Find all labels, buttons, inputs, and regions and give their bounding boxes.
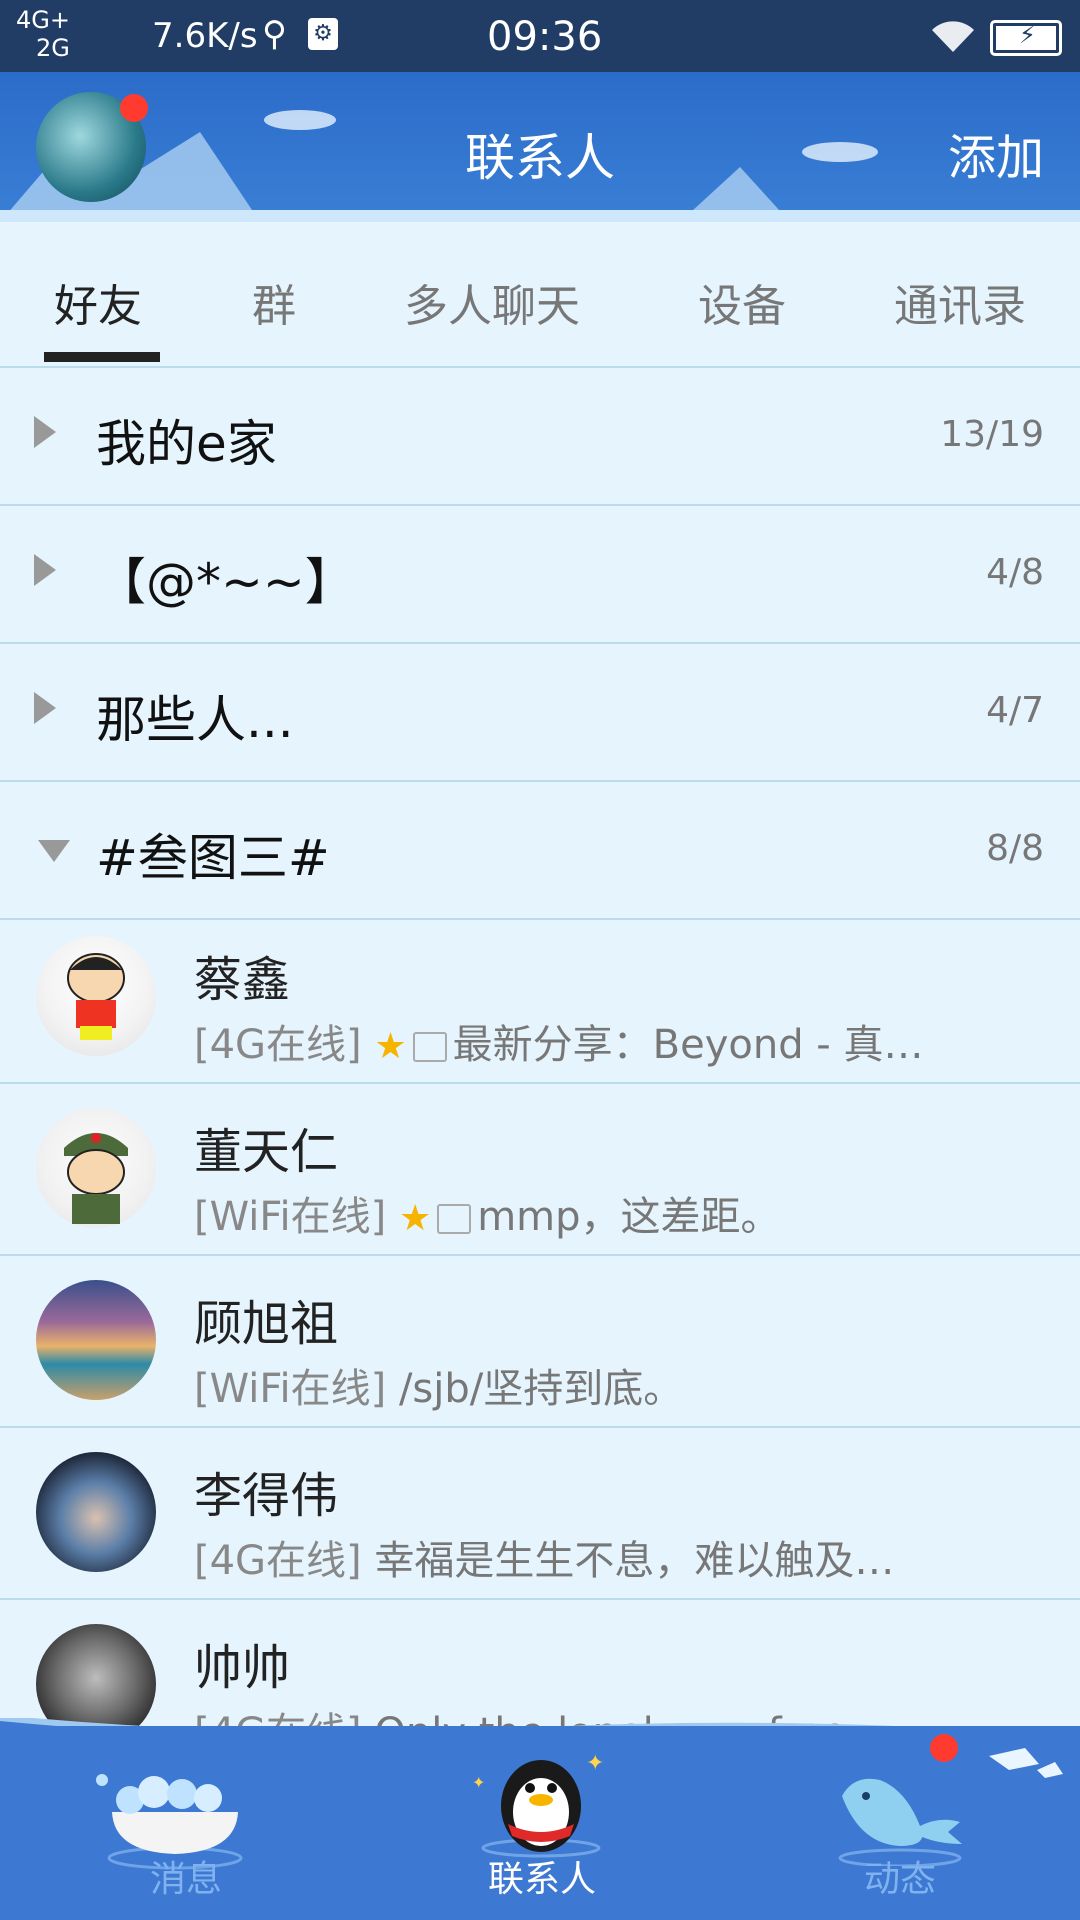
online-status: [WiFi在线] [194,1194,387,1240]
svg-text:✦: ✦ [586,1751,604,1776]
latest-message: 最新分享：Beyond - 真… [452,1022,924,1068]
network-speed: 7.6K/s [152,16,258,56]
tab-friends[interactable]: 好友 [54,270,142,334]
online-status: [WiFi在线] [194,1366,387,1412]
nav-messages-label[interactable]: 消息 [150,1850,222,1902]
star-icon: ★ [374,1026,407,1067]
online-status: [4G在线] [194,1022,362,1068]
collapsed-arrow-icon [34,554,56,586]
wifi-icon [932,21,974,52]
contact-status-line: [4G在线] ★ 最新分享：Beyond - 真… [194,1012,923,1070]
contact-tabs: 好友 群 多人聊天 设备 通讯录 [0,222,1080,368]
soldier-cartoon-icon [64,1133,128,1224]
ice-floe-decoration [989,1748,1063,1778]
group-name: 【@*~~】 [96,553,355,611]
group-row[interactable]: 【@*~~】 4/8 [0,506,1080,644]
nav-moments-label[interactable]: 动态 [864,1850,936,1902]
penguin-icon[interactable]: ✦ ✦ [466,1748,616,1858]
contact-name: 蔡鑫 [194,952,291,1008]
collapsed-arrow-icon [34,416,56,448]
online-status: [4G在线] [194,1538,362,1584]
network-indicator: 4G+ 2G [16,6,70,62]
tab-devices[interactable]: 设备 [698,270,786,334]
image-icon [437,1204,472,1234]
contact-avatar[interactable] [36,1280,156,1400]
image-icon [412,1032,447,1062]
group-row[interactable]: 那些人... 4/7 [0,644,1080,782]
group-name: 我的e家 [96,415,277,473]
tab-multi-chat[interactable]: 多人聊天 [404,270,580,334]
nav-contacts-label[interactable]: 联系人 [488,1850,596,1902]
clock: 09:36 [487,14,603,60]
group-row[interactable]: #叁图三# 8/8 [0,782,1080,920]
group-count: 8/8 [986,828,1044,869]
contact-name: 帅帅 [194,1640,291,1696]
collapsed-arrow-icon [34,692,56,724]
usb-icon: ⚲ [262,14,287,54]
tab-groups[interactable]: 群 [252,270,296,334]
group-count: 4/8 [986,552,1044,593]
contact-row[interactable]: 李得伟 [4G在线] 幸福是生生不息，难以触及… [0,1428,1080,1600]
active-tab-indicator [44,352,160,362]
app-header: 联系人 添加 [0,72,1080,222]
contact-name: 董天仁 [194,1124,339,1180]
cartoon-boy-icon [67,953,125,1040]
expanded-arrow-icon [38,840,70,862]
page-title: 联系人 [465,129,615,187]
contact-avatar[interactable] [36,1452,156,1572]
contact-status-line: [WiFi在线] ★ mmp，这差距。 [194,1184,781,1242]
group-name: #叁图三# [96,829,330,887]
group-row[interactable]: 我的e家 13/19 [0,368,1080,506]
latest-message: /sjb/坚持到底。 [398,1366,684,1412]
latest-message: 幸福是生生不息，难以触及… [374,1538,895,1584]
group-count: 13/19 [940,414,1044,455]
star-icon: ★ [398,1198,432,1239]
contact-avatar[interactable] [36,1108,156,1228]
contact-status-line: [WiFi在线] /sjb/坚持到底。 [194,1356,683,1414]
contact-row[interactable]: 董天仁 [WiFi在线] ★ mmp，这差距。 [0,1084,1080,1256]
latest-message: mmp，这差距。 [477,1194,781,1240]
group-name: 那些人... [96,691,294,749]
contact-row[interactable]: 蔡鑫 [4G在线] ★ 最新分享：Beyond - 真… [0,912,1080,1084]
contact-row[interactable]: 顾旭祖 [WiFi在线] /sjb/坚持到底。 [0,1256,1080,1428]
tab-address-book[interactable]: 通讯录 [894,270,1026,334]
contact-name: 李得伟 [194,1468,339,1524]
contact-avatar[interactable] [36,936,156,1056]
status-bar: 4G+ 2G 7.6K/s ⚲ ⚙ 09:36 ⚡ [0,0,1080,72]
battery-icon: ⚡ [990,20,1062,56]
usb-debug-icon: ⚙ [308,18,338,50]
add-button[interactable]: 添加 [948,118,1044,188]
group-count: 4/7 [986,690,1044,731]
contact-name: 顾旭祖 [194,1296,339,1352]
svg-text:✦: ✦ [472,1773,485,1792]
notification-dot [930,1734,958,1762]
contact-status-line: [4G在线] 幸福是生生不息，难以触及… [194,1528,894,1586]
